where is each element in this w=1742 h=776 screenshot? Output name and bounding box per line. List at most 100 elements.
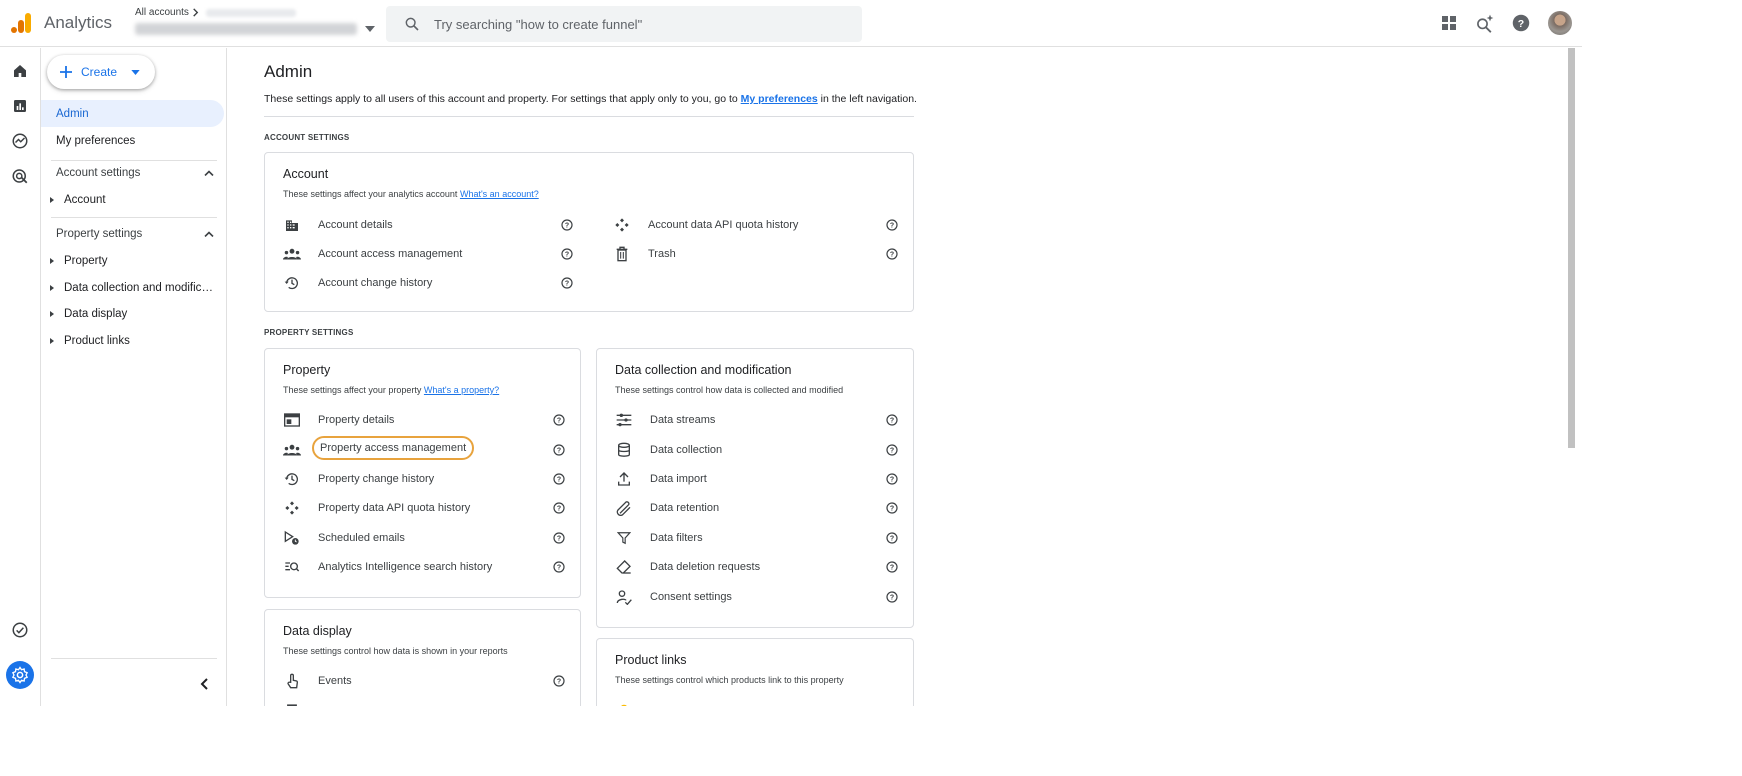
account-picker[interactable]: All accounts bbox=[135, 7, 375, 35]
property-card: Property These settings affect your prop… bbox=[264, 348, 581, 598]
create-button[interactable]: Create bbox=[47, 55, 155, 89]
help-icon[interactable]: ? bbox=[552, 674, 566, 688]
chevron-left-icon bbox=[200, 678, 208, 690]
section-property-settings[interactable]: Property settings bbox=[56, 223, 214, 245]
help-icon[interactable]: ? bbox=[885, 247, 899, 261]
card-description: These settings affect your property What… bbox=[283, 385, 500, 395]
sidebar-item-my-preferences[interactable]: My preferences bbox=[41, 127, 135, 154]
expand-triangle-icon bbox=[50, 311, 54, 317]
search-bar[interactable] bbox=[386, 6, 862, 42]
whats-a-property-link[interactable]: What's a property? bbox=[424, 385, 499, 395]
data-collection-row[interactable]: Data collection ? bbox=[597, 438, 915, 462]
scrollbar-thumb[interactable] bbox=[1568, 48, 1575, 448]
property-data-api-quota-history-row[interactable]: Property data API quota history ? bbox=[265, 496, 582, 520]
help-icon[interactable]: ? bbox=[552, 560, 566, 574]
account-access-management-row[interactable]: Account access management ? bbox=[265, 242, 590, 266]
sidebar-item-data-display[interactable]: Data display bbox=[41, 302, 227, 326]
reports-icon[interactable] bbox=[10, 96, 30, 116]
help-icon[interactable]: ? bbox=[885, 472, 899, 486]
advertising-icon[interactable] bbox=[10, 166, 30, 186]
help-icon[interactable]: ? bbox=[885, 560, 899, 574]
account-data-api-quota-history-row[interactable]: Account data API quota history ? bbox=[595, 213, 915, 237]
explore-icon[interactable] bbox=[10, 131, 30, 151]
highlighted-property-access-management[interactable]: Property access management bbox=[312, 436, 475, 460]
trash-row[interactable]: Trash ? bbox=[595, 242, 915, 266]
property-change-history-row[interactable]: Property change history ? bbox=[265, 467, 582, 491]
help-icon[interactable]: ? bbox=[560, 247, 574, 261]
account-change-history-row[interactable]: Account change history ? bbox=[265, 271, 590, 295]
svg-text:?: ? bbox=[557, 679, 561, 686]
sidebar-item-account[interactable]: Account bbox=[41, 188, 227, 212]
sidebar-item-admin[interactable]: Admin bbox=[41, 100, 224, 127]
app-name: Analytics bbox=[44, 13, 113, 32]
history-icon bbox=[283, 470, 301, 488]
user-avatar[interactable] bbox=[1548, 11, 1572, 35]
search-input[interactable] bbox=[434, 6, 834, 42]
page-title: Admin bbox=[264, 62, 313, 81]
help-icon[interactable]: ? bbox=[552, 531, 566, 545]
property-settings-heading: PROPERTY SETTINGS bbox=[264, 328, 354, 337]
divider bbox=[51, 658, 217, 659]
property-details-row[interactable]: Property details ? bbox=[265, 408, 582, 432]
database-icon bbox=[615, 441, 633, 459]
help-icon[interactable]: ? bbox=[885, 590, 899, 604]
sidebar-item-data-collection[interactable]: Data collection and modifica… bbox=[41, 276, 227, 300]
help-icon[interactable]: ? bbox=[560, 276, 574, 290]
data-deletion-requests-row[interactable]: Data deletion requests ? bbox=[597, 555, 915, 579]
svg-text:?: ? bbox=[557, 565, 561, 572]
expand-triangle-icon bbox=[50, 197, 54, 203]
help-icon[interactable]: ? bbox=[885, 218, 899, 232]
help-icon[interactable]: ? bbox=[885, 531, 899, 545]
dropdown-arrow-icon[interactable] bbox=[365, 26, 375, 32]
account-name-redacted bbox=[205, 8, 296, 17]
search-insights-icon[interactable] bbox=[1474, 12, 1496, 34]
help-icon[interactable]: ? bbox=[552, 472, 566, 486]
all-accounts-link[interactable]: All accounts bbox=[135, 7, 189, 18]
configure-check-icon[interactable] bbox=[10, 620, 30, 640]
sidebar-item-product-links[interactable]: Product links bbox=[41, 329, 227, 353]
svg-text:?: ? bbox=[557, 418, 561, 425]
card-description: These settings affect your analytics acc… bbox=[283, 189, 539, 199]
help-icon[interactable]: ? bbox=[885, 413, 899, 427]
scheduled-emails-row[interactable]: Scheduled emails ? bbox=[265, 526, 582, 550]
admin-gear-icon[interactable] bbox=[6, 661, 34, 689]
home-icon[interactable] bbox=[10, 61, 30, 81]
consent-settings-row[interactable]: Consent settings ? bbox=[597, 585, 915, 609]
help-icon[interactable]: ? bbox=[552, 501, 566, 515]
events-row[interactable]: Events ? bbox=[265, 669, 582, 693]
account-settings-heading: ACCOUNT SETTINGS bbox=[264, 133, 350, 142]
property-details-icon bbox=[283, 411, 301, 429]
expand-triangle-icon bbox=[50, 258, 54, 264]
data-retention-row[interactable]: Data retention ? bbox=[597, 496, 915, 520]
help-icon[interactable]: ? bbox=[552, 443, 566, 457]
help-icon[interactable]: ? bbox=[1510, 12, 1532, 34]
help-icon[interactable]: ? bbox=[885, 443, 899, 457]
page-scrollbar[interactable] bbox=[1561, 48, 1582, 706]
card-title: Property bbox=[283, 363, 331, 377]
analytics-app: Analytics All accounts ? bbox=[0, 0, 1582, 706]
help-icon[interactable]: ? bbox=[560, 218, 574, 232]
data-streams-row[interactable]: Data streams ? bbox=[597, 408, 915, 432]
svg-text:?: ? bbox=[890, 506, 894, 513]
svg-text:?: ? bbox=[890, 448, 894, 455]
svg-text:?: ? bbox=[557, 448, 561, 455]
help-icon[interactable]: ? bbox=[552, 413, 566, 427]
apps-grid-icon[interactable] bbox=[1438, 12, 1460, 34]
whats-an-account-link[interactable]: What's an account? bbox=[460, 189, 539, 199]
section-account-settings[interactable]: Account settings bbox=[56, 162, 214, 184]
my-preferences-link[interactable]: My preferences bbox=[741, 93, 818, 105]
card-description: These settings control how data is colle… bbox=[615, 385, 844, 395]
trash-icon bbox=[613, 245, 631, 263]
account-details-row[interactable]: Account details ? bbox=[265, 213, 590, 237]
property-access-management-row[interactable]: Property access management ? bbox=[265, 436, 582, 462]
svg-text:?: ? bbox=[890, 595, 894, 602]
help-icon[interactable]: ? bbox=[885, 501, 899, 515]
data-filters-row[interactable]: Data filters ? bbox=[597, 526, 915, 550]
people-icon bbox=[283, 441, 301, 459]
data-import-row[interactable]: Data import ? bbox=[597, 467, 915, 491]
card-title: Data collection and modification bbox=[615, 363, 792, 377]
sidebar-item-property[interactable]: Property bbox=[41, 249, 227, 273]
analytics-intelligence-search-history-row[interactable]: Analytics Intelligence search history ? bbox=[265, 555, 582, 579]
analytics-logo-icon[interactable] bbox=[10, 12, 32, 34]
collapse-nav-button[interactable] bbox=[194, 674, 214, 694]
